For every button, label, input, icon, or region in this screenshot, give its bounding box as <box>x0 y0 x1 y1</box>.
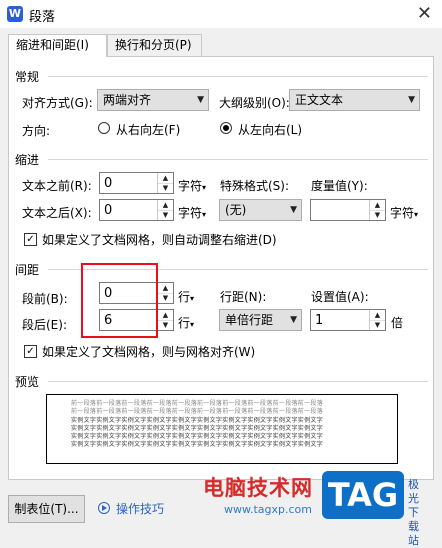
special-format-select[interactable]: (无) ▼ <box>219 199 302 221</box>
chevron-down-icon: ▼ <box>408 95 415 105</box>
indent-after-value: 0 <box>104 203 113 218</box>
rtl-label: 从右向左(F) <box>116 123 181 137</box>
dialog-title: 段落 <box>29 10 56 25</box>
alignment-select[interactable]: 两端对齐 ▼ <box>97 89 209 111</box>
measure-label: 度量值(Y): <box>311 179 368 193</box>
caret-down-icon: ▾ <box>202 210 207 219</box>
preview-prev-line: 前一段落前一段落前一段落前一段落前一段落前一段落前一段落前一段落前一段落前一段落 <box>71 408 324 415</box>
divider <box>48 76 428 77</box>
unit-text: 字符 <box>178 179 203 193</box>
divider <box>48 159 428 160</box>
caret-down-icon: ▾ <box>190 294 195 303</box>
watermark-site-text: 电脑技术网 <box>203 476 313 500</box>
tab-line-page-break[interactable]: 换行和分页(P) <box>107 34 202 56</box>
spacing-before-stepper[interactable]: 0 ▲ ▼ <box>99 282 174 304</box>
unit-text: 字符 <box>178 206 203 220</box>
wps-writer-icon: W <box>7 6 23 22</box>
measure-stepper[interactable]: ▲ ▼ <box>310 199 386 221</box>
direction-label: 方向: <box>22 124 51 138</box>
special-format-value: (无) <box>225 203 247 217</box>
spacing-after-unit[interactable]: 行▾ <box>178 314 194 331</box>
unit-text: 行 <box>178 316 191 330</box>
spacing-before-unit[interactable]: 行▾ <box>178 288 194 305</box>
preview-sample-line: 实例文字实例文字实例文字实例文字实例文字实例文字实例文字实例文字实例文字实例文字 <box>71 441 324 448</box>
line-spacing-select[interactable]: 单倍行距 ▼ <box>219 309 302 331</box>
stepper-down-icon[interactable]: ▼ <box>158 293 173 303</box>
line-spacing-label: 行距(N): <box>220 290 267 304</box>
preview-box: 前一段落前一段落前一段落前一段落前一段落前一段落前一段落前一段落前一段落前一段落… <box>46 394 398 464</box>
general-heading: 常规 <box>15 70 40 84</box>
spacing-after-stepper[interactable]: 6 ▲ ▼ <box>99 309 174 331</box>
stepper-buttons: ▲ ▼ <box>157 310 173 330</box>
divider <box>48 269 428 270</box>
indent-grid-checkbox[interactable]: ✓ <box>24 233 37 246</box>
stepper-buttons: ▲ ▼ <box>157 173 173 193</box>
tips-link[interactable]: 操作技巧 <box>116 500 164 517</box>
stepper-buttons: ▲ ▼ <box>157 283 173 303</box>
indent-before-value: 0 <box>104 176 113 191</box>
chevron-down-icon: ▼ <box>290 205 297 215</box>
watermark-side-text: 极光下载站 <box>408 478 419 547</box>
watermark-url: www.tagxp.com <box>224 503 312 516</box>
indent-heading: 缩进 <box>15 153 40 167</box>
spacing-before-label: 段前(B): <box>22 292 68 306</box>
spacing-after-value: 6 <box>104 313 113 328</box>
outline-select[interactable]: 正文文本 ▼ <box>289 89 420 111</box>
setting-label: 设置值(A): <box>311 290 369 304</box>
spacing-grid-checkbox[interactable]: ✓ <box>24 345 37 358</box>
stepper-buttons: ▲ ▼ <box>369 200 385 220</box>
stepper-buttons: ▲ ▼ <box>369 310 385 330</box>
stepper-down-icon[interactable]: ▼ <box>158 210 173 220</box>
title-bar: W 段落 ✕ <box>0 0 442 28</box>
play-circle-icon[interactable] <box>98 502 110 514</box>
outline-value: 正文文本 <box>295 93 344 107</box>
tabs-button[interactable]: 制表位(T)... <box>8 495 85 523</box>
spacing-after-label: 段后(E): <box>22 318 67 332</box>
indent-before-unit[interactable]: 字符▾ <box>178 177 206 194</box>
setting-unit: 倍 <box>391 316 404 330</box>
stepper-buttons: ▲ ▼ <box>157 200 173 220</box>
stepper-down-icon[interactable]: ▼ <box>158 183 173 193</box>
alignment-value: 两端对齐 <box>103 93 152 107</box>
caret-down-icon: ▾ <box>414 210 419 219</box>
rtl-radio[interactable] <box>98 122 110 134</box>
ltr-label: 从左向右(L) <box>238 123 303 137</box>
setting-value: 1 <box>315 313 324 328</box>
close-icon[interactable]: ✕ <box>417 3 432 24</box>
measure-unit[interactable]: 字符▾ <box>390 204 418 221</box>
indent-after-unit[interactable]: 字符▾ <box>178 204 206 221</box>
line-spacing-value: 单倍行距 <box>225 313 274 327</box>
caret-down-icon: ▾ <box>202 183 207 192</box>
spacing-before-value: 0 <box>104 286 113 301</box>
indent-before-label: 文本之前(R): <box>22 179 92 193</box>
spacing-grid-label: 如果定义了文档网格，则与网格对齐(W) <box>42 345 256 359</box>
spacing-heading: 间距 <box>15 263 40 277</box>
ltr-radio[interactable] <box>220 122 232 134</box>
outline-label: 大纲级别(O): <box>219 96 290 110</box>
divider <box>48 381 428 382</box>
unit-text: 字符 <box>390 206 415 220</box>
indent-after-stepper[interactable]: 0 ▲ ▼ <box>99 199 174 221</box>
indent-after-label: 文本之后(X): <box>22 206 92 220</box>
watermark-tag-logo: TAG <box>322 471 404 519</box>
special-format-label: 特殊格式(S): <box>220 179 290 193</box>
unit-text: 行 <box>178 290 191 304</box>
setting-stepper[interactable]: 1 ▲ ▼ <box>310 309 386 331</box>
caret-down-icon: ▾ <box>190 320 195 329</box>
indent-grid-label: 如果定义了文档网格，则自动调整右缩进(D) <box>42 233 277 247</box>
stepper-down-icon[interactable]: ▼ <box>370 210 385 220</box>
chevron-down-icon: ▼ <box>197 95 204 105</box>
indent-before-stepper[interactable]: 0 ▲ ▼ <box>99 172 174 194</box>
preview-heading: 预览 <box>15 375 40 389</box>
stepper-down-icon[interactable]: ▼ <box>370 320 385 330</box>
tab-indent-spacing[interactable]: 缩进和间距(I) <box>8 34 107 57</box>
alignment-label: 对齐方式(G): <box>22 96 93 110</box>
chevron-down-icon: ▼ <box>290 315 297 325</box>
stepper-down-icon[interactable]: ▼ <box>158 320 173 330</box>
